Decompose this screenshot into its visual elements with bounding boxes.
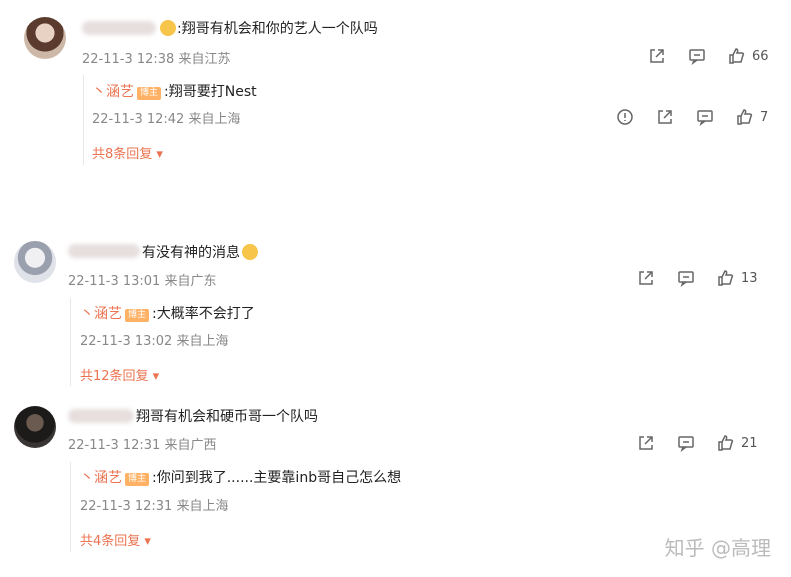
author-badge: 博主 [137,87,162,100]
comment-meta: 22-11-3 12:31 来自广西 [68,438,217,453]
share-icon[interactable] [635,267,657,289]
reply-author[interactable]: 丶涵艺 [80,470,122,486]
comment-actions: 21 [635,432,758,454]
comment-icon[interactable] [675,267,697,289]
share-icon[interactable] [646,45,668,67]
reply-meta: 22-11-3 12:31 来自上海 [80,499,229,514]
thumb-up-icon[interactable] [726,45,748,67]
thumb-up-icon[interactable] [715,432,737,454]
thread-line [70,462,71,552]
more-replies-link[interactable]: 共8条回复 ▾ [92,143,163,162]
username-blurred[interactable] [82,21,156,35]
username-blurred[interactable] [68,244,140,258]
reply-meta: 22-11-3 12:42 来自上海 [92,112,241,127]
reply-meta: 22-11-3 13:02 来自上海 [80,334,229,349]
more-replies-link[interactable]: 共4条回复 ▾ [80,530,151,549]
avatar[interactable] [14,241,56,283]
like-count: 13 [741,270,758,286]
comment-meta: 22-11-3 13:01 来自广东 [68,274,217,289]
comment-actions: 13 [635,267,758,289]
thread-line [70,298,71,386]
chevron-down-icon: ▾ [140,534,151,549]
like-count: 7 [760,109,769,125]
report-icon[interactable] [614,106,636,128]
comment-text: 翔哥有机会和硬币哥一个队吗 [136,409,318,425]
reply-text: 丶涵艺 博主:翔哥要打Nest [92,84,257,100]
crying-emoji-icon [242,244,258,260]
thumb-up-icon[interactable] [715,267,737,289]
comment-icon[interactable] [694,106,716,128]
reply-author[interactable]: 丶涵艺 [92,84,134,100]
avatar[interactable] [14,406,56,448]
emoji-icon [160,20,176,36]
thumb-up-icon[interactable] [734,106,756,128]
author-badge: 博主 [125,473,150,486]
share-icon[interactable] [654,106,676,128]
chevron-down-icon: ▾ [152,147,163,162]
comment-icon[interactable] [686,45,708,67]
like-count: 21 [741,435,758,451]
comment-actions: 66 [646,45,769,67]
username-blurred[interactable] [68,409,134,423]
comment-meta: 22-11-3 12:38 来自江苏 [82,52,231,67]
reply-text: 丶涵艺 博主:你问到我了......主要靠inb哥自己怎么想 [80,470,402,486]
reply-text: 丶涵艺 博主:大概率不会打了 [80,306,255,322]
comment-text: :翔哥有机会和你的艺人一个队吗 [160,18,378,38]
chevron-down-icon: ▾ [148,369,160,384]
more-replies-link[interactable]: 共12条回复 ▾ [80,365,159,384]
watermark: 知乎 @高理 [664,536,771,560]
comment-icon[interactable] [675,432,697,454]
avatar[interactable] [24,17,66,59]
author-badge: 博主 [125,309,150,322]
share-icon[interactable] [635,432,657,454]
thread-line [83,75,84,165]
like-count: 66 [752,48,769,64]
reply-actions: 7 [614,106,768,128]
reply-author[interactable]: 丶涵艺 [80,306,122,322]
comment-text: 有没有神的消息 [142,242,259,262]
